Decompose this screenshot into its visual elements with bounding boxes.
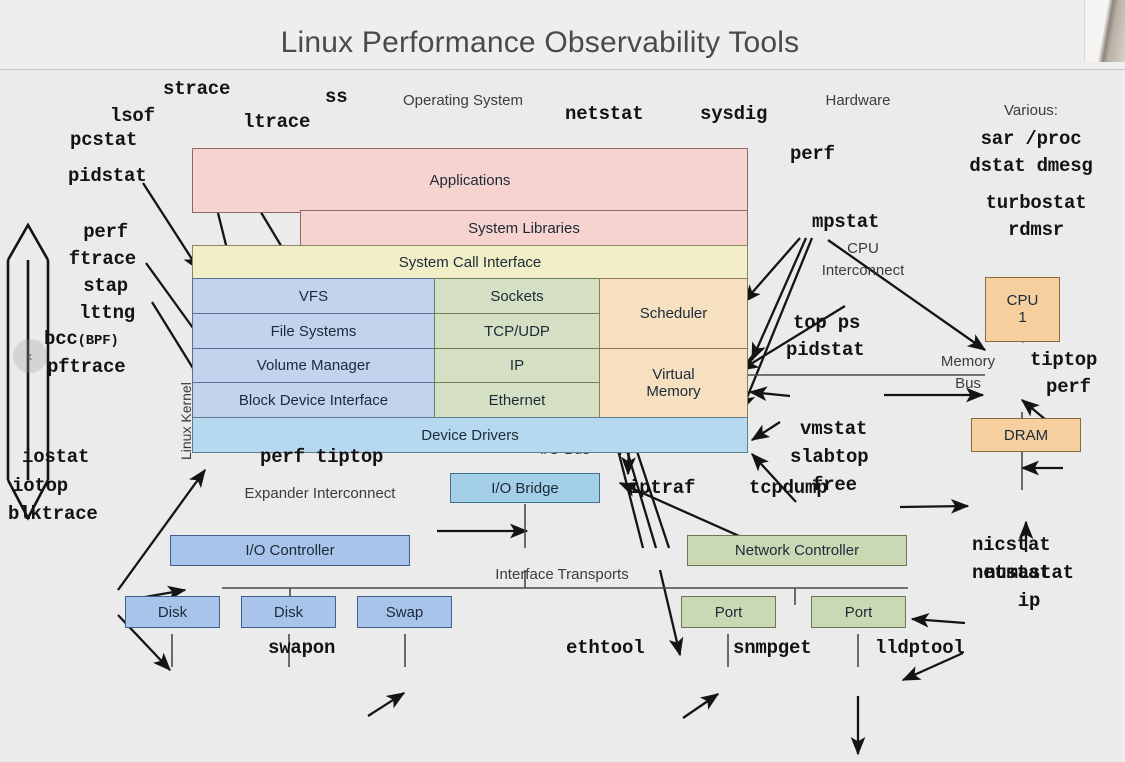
prev-slide-button[interactable]: ‹ [13, 339, 47, 373]
tool-vmstat[interactable]: vmstat [800, 418, 867, 440]
label-operating-system: Operating System [402, 92, 524, 109]
label-various: Various: [1004, 102, 1058, 119]
tool-slabtop[interactable]: slabtop [790, 446, 869, 468]
tool-netstat-right[interactable]: netstat [972, 562, 1051, 584]
box-applications[interactable]: Applications [192, 148, 748, 213]
slide-stage: Linux Performance Observability Tools Op… [0, 0, 1125, 756]
tool-ltrace[interactable]: ltrace [243, 111, 310, 133]
tool-iostat[interactable]: iostat [22, 446, 89, 468]
label-cpu-interconnect-2: Interconnect [821, 262, 905, 279]
box-system-libraries[interactable]: System Libraries [300, 210, 748, 246]
label-memory-bus-1: Memory [940, 353, 996, 370]
label-interface-transports: Interface Transports [495, 566, 629, 583]
tool-bcc-name: bcc [44, 328, 78, 350]
tool-strace[interactable]: strace [163, 78, 230, 100]
box-port-1[interactable]: Port [681, 596, 776, 628]
tool-nicstat[interactable]: nicstat [972, 534, 1051, 556]
tool-lsof[interactable]: lsof [110, 105, 155, 127]
box-scheduler[interactable]: Scheduler [599, 278, 748, 349]
virtual-memory-line1: Virtual [652, 365, 695, 383]
tool-pidstat-top[interactable]: pidstat [68, 165, 147, 187]
box-tcp-udp[interactable]: TCP/UDP [434, 313, 600, 349]
label-cpu-interconnect-1: CPU [847, 240, 879, 257]
tool-sar-proc[interactable]: sar /proc [981, 128, 1082, 150]
tool-perf-left[interactable]: perf [83, 221, 128, 243]
tool-pidstat-right[interactable]: pidstat [786, 339, 865, 361]
cpu-line2: 1 [1018, 308, 1027, 326]
tool-sysdig[interactable]: sysdig [700, 103, 767, 125]
box-disk-1[interactable]: Disk [125, 596, 220, 628]
tool-ss[interactable]: ss [325, 86, 348, 108]
box-io-controller[interactable]: I/O Controller [170, 535, 410, 566]
box-system-call-interface[interactable]: System Call Interface [192, 245, 748, 279]
tool-iotop[interactable]: iotop [12, 475, 68, 497]
label-hardware: Hardware [825, 92, 891, 109]
diagram-canvas: Operating System Hardware Various: CPU I… [0, 70, 1125, 756]
box-vfs[interactable]: VFS [192, 278, 435, 314]
box-cpu[interactable]: CPU 1 [985, 277, 1060, 342]
tool-perf-hardware[interactable]: perf [790, 143, 835, 165]
tool-pcstat[interactable]: pcstat [70, 129, 137, 151]
tool-blktrace[interactable]: blktrace [8, 503, 98, 525]
box-virtual-memory[interactable]: Virtual Memory [599, 348, 748, 418]
tool-tiptop-right[interactable]: tiptop [1030, 349, 1097, 371]
box-disk-2[interactable]: Disk [241, 596, 336, 628]
box-network-controller[interactable]: Network Controller [687, 535, 907, 566]
title-bar: Linux Performance Observability Tools [0, 0, 1125, 70]
tool-netstat-top[interactable]: netstat [565, 103, 644, 125]
tool-pftrace[interactable]: pftrace [47, 356, 126, 378]
tool-dstat-dmesg[interactable]: dstat dmesg [969, 155, 1092, 177]
virtual-memory-line2: Memory [646, 383, 701, 400]
label-expander-interconnect: Expander Interconnect [244, 485, 396, 502]
tool-bcc[interactable]: bcc(BPF) [44, 328, 119, 350]
label-memory-bus-2: Bus [955, 375, 981, 392]
tool-stap[interactable]: stap [83, 275, 128, 297]
page-title: Linux Performance Observability Tools [280, 26, 800, 59]
presenter-camera-thumbnail [1084, 0, 1125, 62]
tool-iptraf[interactable]: iptraf [628, 477, 695, 499]
tool-turbostat[interactable]: turbostat [986, 192, 1087, 214]
tool-rdmsr[interactable]: rdmsr [1008, 219, 1064, 241]
box-sockets[interactable]: Sockets [434, 278, 600, 314]
tool-top-ps[interactable]: top ps [793, 312, 860, 334]
tool-lttng[interactable]: lttng [79, 302, 135, 324]
box-ip[interactable]: IP [434, 348, 600, 383]
box-swap[interactable]: Swap [357, 596, 452, 628]
cpu-line1: CPU [1006, 292, 1039, 309]
tool-swapon[interactable]: swapon [268, 637, 335, 659]
tool-perf-right[interactable]: perf [1046, 376, 1091, 398]
box-block-device-interface[interactable]: Block Device Interface [192, 382, 435, 418]
box-io-bridge[interactable]: I/O Bridge [450, 473, 600, 503]
tool-snmpget[interactable]: snmpget [733, 637, 812, 659]
tool-free[interactable]: free [812, 474, 857, 496]
tool-mpstat[interactable]: mpstat [812, 211, 879, 233]
tool-bcc-suffix: (BPF) [77, 333, 119, 349]
tool-perf-tiptop[interactable]: perf tiptop [260, 446, 383, 468]
tool-lldptool[interactable]: lldptool [875, 637, 965, 659]
tool-ip[interactable]: ip [1018, 590, 1041, 612]
box-dram[interactable]: DRAM [971, 418, 1081, 452]
box-volume-manager[interactable]: Volume Manager [192, 348, 435, 383]
tool-ethtool[interactable]: ethtool [566, 637, 645, 659]
box-ethernet[interactable]: Ethernet [434, 382, 600, 418]
tool-ftrace[interactable]: ftrace [69, 248, 136, 270]
box-file-systems[interactable]: File Systems [192, 313, 435, 349]
box-port-2[interactable]: Port [811, 596, 906, 628]
chevron-left-icon: ‹ [27, 347, 33, 365]
